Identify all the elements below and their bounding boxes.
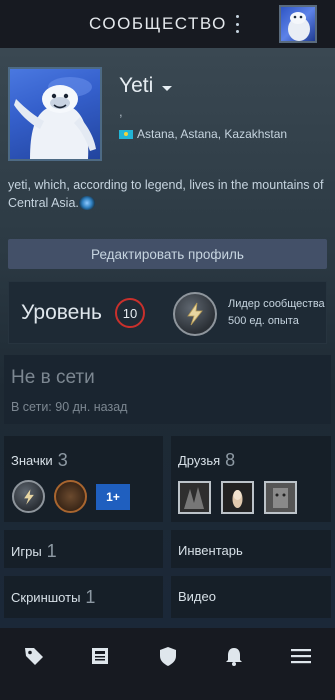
level-label: Уровень <box>21 301 102 324</box>
level-badge[interactable]: 10 <box>115 298 145 328</box>
videos-label: Видео <box>178 589 216 604</box>
online-status-panel: Не в сети В сети: 90 дн. назад <box>4 355 331 424</box>
extra-badge-label: 1+ <box>106 490 120 504</box>
badges-label: Значки <box>11 453 53 468</box>
inventory-label: Инвентарь <box>178 543 243 558</box>
years-of-service-badge[interactable] <box>54 480 87 513</box>
page-title: СООБЩЕСТВО <box>89 14 227 33</box>
games-panel[interactable]: Игры 1 <box>4 530 163 568</box>
badges-title: Значки 3 <box>11 450 68 471</box>
hamburger-icon-graphic <box>291 649 311 664</box>
kebab-menu-icon[interactable] <box>232 13 242 35</box>
level-panel: Уровень 10 Лидер сообщества 500 ед. опыт… <box>8 281 327 344</box>
hamburger-menu-icon[interactable] <box>290 645 312 667</box>
news-icon-graphic <box>92 648 108 664</box>
status-title: Не в сети <box>11 367 95 388</box>
edit-profile-button[interactable]: Редактировать профиль <box>8 239 327 269</box>
games-label: Игры <box>11 544 42 559</box>
friend-avatar-image <box>184 487 204 509</box>
games-count: 1 <box>46 541 57 561</box>
chevron-down-icon[interactable] <box>162 86 172 91</box>
community-leader-badge[interactable] <box>12 480 45 513</box>
friend-avatar[interactable] <box>221 481 254 514</box>
friend-list <box>178 481 297 514</box>
profile-summary-text: yeti, which, according to legend, lives … <box>8 178 324 210</box>
profile-real-name: , <box>119 104 123 119</box>
bell-icon-graphic <box>226 648 242 666</box>
lightning-icon <box>23 488 34 505</box>
tag-icon-graphic <box>25 648 43 665</box>
screenshots-count: 1 <box>85 587 96 607</box>
emoticon-icon <box>78 196 95 210</box>
inventory-panel[interactable]: Инвентарь <box>171 530 331 568</box>
game-badge[interactable]: 1+ <box>96 484 130 510</box>
friends-count: 8 <box>225 450 236 470</box>
last-online: В сети: 90 дн. назад <box>11 400 128 414</box>
shield-icon[interactable] <box>157 645 179 667</box>
profile-name: Yeti <box>119 74 154 97</box>
shield-icon-graphic <box>160 647 176 666</box>
screenshots-label: Скриншоты <box>11 590 81 605</box>
bottom-nav <box>0 628 335 700</box>
community-leader-badge-icon[interactable] <box>173 292 217 336</box>
yeti-image <box>14 77 96 159</box>
friends-panel[interactable]: Друзья 8 <box>171 436 331 522</box>
friend-avatar[interactable] <box>264 481 297 514</box>
friend-avatar[interactable] <box>178 481 211 514</box>
news-icon[interactable] <box>90 645 112 667</box>
videos-panel[interactable]: Видео <box>171 576 331 618</box>
badge-list: 1+ <box>12 480 130 513</box>
friends-label: Друзья <box>178 453 221 468</box>
top-bar: СООБЩЕСТВО <box>0 0 335 48</box>
profile-avatar[interactable] <box>8 67 102 161</box>
yeti-avatar-image <box>288 12 310 41</box>
kazakhstan-flag-icon <box>119 130 133 139</box>
badges-panel[interactable]: Значки 3 1+ <box>4 436 163 522</box>
friend-avatar-image <box>232 490 243 508</box>
badge-title: Лидер сообщества <box>228 298 325 310</box>
friend-avatar-image <box>273 488 288 508</box>
user-avatar-button[interactable] <box>279 5 317 43</box>
badges-count: 3 <box>57 450 68 470</box>
bell-icon[interactable] <box>223 645 245 667</box>
profile-location: Astana, Astana, Kazakhstan <box>137 127 288 141</box>
profile-summary: yeti, which, according to legend, lives … <box>8 176 328 212</box>
tag-icon[interactable] <box>23 645 45 667</box>
friends-title: Друзья 8 <box>178 450 235 471</box>
games-title: Игры 1 <box>11 541 57 562</box>
lightning-icon <box>187 302 203 326</box>
screenshots-title: Скриншоты 1 <box>11 587 95 608</box>
screenshots-panel[interactable]: Скриншоты 1 <box>4 576 163 618</box>
badge-xp: 500 ед. опыта <box>228 315 299 327</box>
